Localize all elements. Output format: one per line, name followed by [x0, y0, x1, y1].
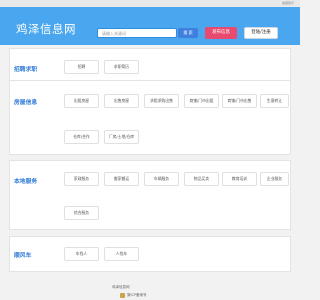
section-carpool [9, 236, 291, 272]
list-item[interactable]: 人找车 [104, 247, 139, 261]
list-item[interactable]: 出租房屋 [64, 94, 99, 108]
login-register-button[interactable]: 登陆/注册 [244, 27, 278, 39]
footer-site-name: 鸡泽信息网 [112, 285, 130, 289]
list-item[interactable]: 物品买卖 [184, 172, 219, 186]
section-title-carpool[interactable]: 顺风车 [14, 250, 31, 259]
police-badge-icon [120, 293, 125, 298]
list-item[interactable]: 出售房屋 [104, 94, 139, 108]
footer-icp[interactable]: 冀ICP备案号 [127, 293, 147, 298]
list-item[interactable]: 车辆服务 [144, 172, 179, 186]
header: 鸡泽信息网 请输入关键词 搜 索 发布信息 登陆/注册 [0, 7, 300, 45]
list-item[interactable]: 求职简历 [104, 60, 139, 74]
list-item[interactable]: 厂房/土地/仓库 [104, 130, 139, 144]
section-housing [9, 80, 291, 155]
section-title-local-services[interactable]: 本地服务 [14, 176, 37, 185]
list-item[interactable]: 搬家搬运 [104, 172, 139, 186]
list-item[interactable]: 商铺/门市出售 [222, 94, 257, 108]
search-button[interactable]: 搜 索 [178, 28, 198, 38]
list-item[interactable]: 综合服务 [64, 206, 99, 220]
section-local-services [9, 160, 291, 230]
search-input[interactable]: 请输入关键词 [97, 28, 177, 38]
list-item[interactable]: 家政服务 [64, 172, 99, 186]
list-item[interactable]: 仓库/合作 [64, 130, 99, 144]
list-item[interactable]: 生意转让 [260, 94, 289, 108]
list-item[interactable]: 商铺/门市出租 [184, 94, 219, 108]
list-item[interactable]: 招聘 [64, 60, 99, 74]
section-title-jobs[interactable]: 招聘求职 [14, 64, 37, 73]
section-title-housing[interactable]: 房屋信息 [14, 97, 37, 106]
list-item[interactable]: 教育培训 [222, 172, 257, 186]
list-item[interactable]: 车找人 [64, 247, 99, 261]
list-item[interactable]: 企业服务 [260, 172, 289, 186]
post-info-button[interactable]: 发布信息 [205, 27, 237, 39]
site-logo[interactable]: 鸡泽信息网 [16, 21, 76, 37]
list-item[interactable]: 求租求购出售 [144, 94, 179, 108]
favorite-link[interactable]: 收藏我们 [282, 1, 294, 5]
